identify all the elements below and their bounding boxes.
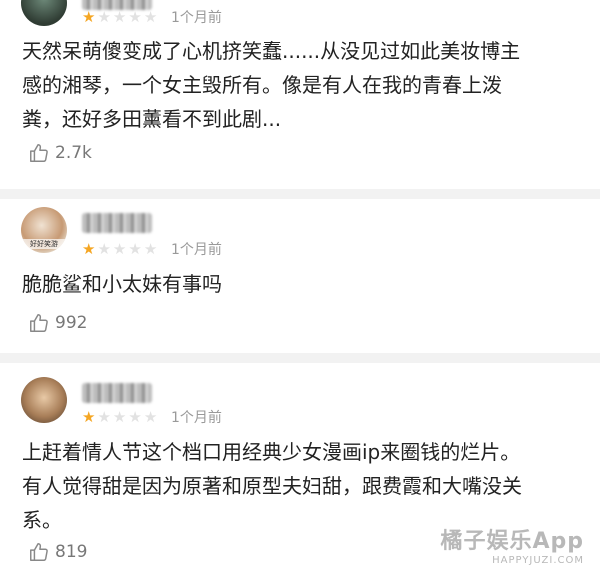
star-icon: ★ xyxy=(112,8,127,26)
rating-stars: ★ ★ ★ ★ ★ xyxy=(82,241,157,257)
watermark-brand: 橘子娱乐App xyxy=(440,529,584,554)
like-count: 2.7k xyxy=(55,143,92,163)
username-blurred[interactable] xyxy=(82,213,152,233)
star-icon: ★ xyxy=(128,408,142,426)
username-blurred[interactable] xyxy=(82,383,152,403)
star-icon: ★ xyxy=(97,408,111,426)
review-item: 好好笑游 ★ ★ ★ ★ ★ 1个月前 脆脆鲨和小太妹有事吗 992 xyxy=(0,199,600,354)
watermark: 橘子娱乐App HAPPYJUZI.COM xyxy=(440,523,584,566)
avatar-caption: 好好笑游 xyxy=(21,239,67,249)
star-icon: ★ xyxy=(112,408,127,426)
like-button[interactable]: 992 xyxy=(28,312,87,334)
thumbs-up-icon xyxy=(30,543,48,561)
star-icon: ★ xyxy=(112,240,127,258)
star-icon: ★ xyxy=(128,240,142,258)
avatar[interactable] xyxy=(21,0,67,26)
star-icon: ★ xyxy=(97,240,111,258)
star-icon: ★ xyxy=(97,8,111,26)
review-text: 天然呆萌傻变成了心机挤笑蠢......从没见过如此美妆博主 感的湘琴，一个女主毁… xyxy=(22,39,521,131)
star-icon: ★ xyxy=(82,408,96,426)
star-icon: ★ xyxy=(143,8,158,26)
thumbs-up-icon xyxy=(30,144,48,162)
review-text: 上赶着情人节这个档口用经典少女漫画ip来圈钱的烂片。 有人觉得甜是因为原著和原型… xyxy=(22,440,522,532)
like-count: 819 xyxy=(55,542,88,562)
review-time: 1个月前 xyxy=(171,10,222,26)
divider xyxy=(0,353,600,363)
star-icon: ★ xyxy=(143,408,158,426)
star-icon: ★ xyxy=(128,8,142,26)
rating-stars: ★ ★ ★ ★ ★ xyxy=(82,409,157,425)
review-time: 1个月前 xyxy=(171,410,222,426)
review-time: 1个月前 xyxy=(171,242,222,258)
star-icon: ★ xyxy=(82,240,96,258)
review-item: ★ ★ ★ ★ ★ 1个月前 天然呆萌傻变成了心机挤笑蠢......从没见过如此… xyxy=(0,0,600,175)
like-button[interactable]: 2.7k xyxy=(28,142,92,164)
like-button[interactable]: 819 xyxy=(28,541,87,563)
like-count: 992 xyxy=(55,313,88,333)
rating-stars: ★ ★ ★ ★ ★ xyxy=(82,9,157,25)
divider xyxy=(0,189,600,199)
star-icon: ★ xyxy=(82,8,96,26)
thumbs-up-icon xyxy=(30,314,48,332)
star-icon: ★ xyxy=(143,240,158,258)
review-text: 脆脆鲨和小太妹有事吗 xyxy=(22,272,222,296)
avatar[interactable]: 好好笑游 xyxy=(21,207,67,253)
avatar[interactable] xyxy=(21,377,67,423)
watermark-url: HAPPYJUZI.COM xyxy=(492,555,584,566)
